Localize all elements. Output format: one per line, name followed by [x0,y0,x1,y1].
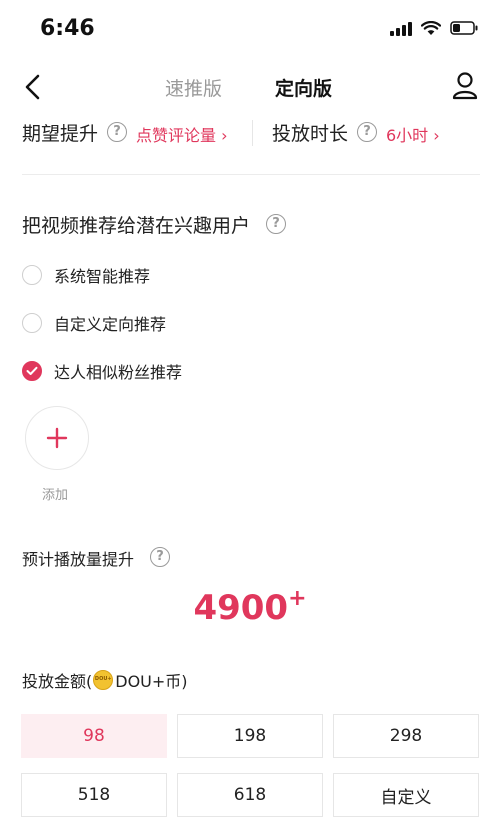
plus-icon [46,427,68,449]
nav-bar: 速推版 定向版 [0,62,500,112]
boost-goal-selector[interactable]: 点赞评论量 › [136,122,228,146]
radio-label: 自定义定向推荐 [54,315,167,334]
tab-targeted-boost[interactable]: 定向版 [275,74,332,101]
dou-coin-icon: DOU+ [93,670,114,690]
help-icon[interactable]: ? [107,122,127,142]
amount-option-custom[interactable]: 自定义 [333,773,479,817]
back-icon[interactable] [20,72,46,102]
radio-label: 系统智能推荐 [54,267,151,286]
wifi-icon [421,20,441,36]
signal-icon [390,20,412,36]
section-divider [22,174,480,175]
battery-icon [450,21,478,35]
radio-label: 达人相似粉丝推荐 [54,363,183,382]
forecast-number: 4900 [193,588,289,628]
audience-section-title: 把视频推荐给潜在兴趣用户 [22,215,251,237]
status-time: 6:46 [40,16,95,41]
add-label: 添加 [42,488,69,503]
forecast-value: 4900+ [0,586,500,628]
amount-title-suffix: DOU+币) [115,672,188,691]
amount-title: 投放金额( DOU+ DOU+币) [22,668,188,692]
duration-selector[interactable]: 6小时 › [386,122,440,146]
help-icon[interactable]: ? [266,214,286,234]
check-icon[interactable] [22,361,42,381]
radio-system-recommend[interactable]: 系统智能推荐 [22,262,150,288]
amount-option-518[interactable]: 518 [21,773,167,817]
tab-fast-boost[interactable]: 速推版 [165,74,222,101]
expectation-row: 期望提升 ? 点赞评论量 › 投放时长 ? 6小时 › [0,116,500,152]
forecast-plus: + [288,586,307,611]
profile-icon[interactable] [450,70,480,102]
boost-goal-label: 期望提升 [22,123,99,145]
status-bar: 6:46 [0,0,500,60]
radio-custom-target[interactable]: 自定义定向推荐 [22,310,166,336]
help-icon[interactable]: ? [150,547,170,567]
divider [252,120,253,146]
radio-similar-fans[interactable]: 达人相似粉丝推荐 [22,358,182,384]
amount-option-618[interactable]: 618 [177,773,323,817]
radio-circle[interactable] [22,265,42,285]
radio-circle[interactable] [22,313,42,333]
status-icons [390,20,478,36]
amount-option-198[interactable]: 198 [177,714,323,758]
amount-option-298[interactable]: 298 [333,714,479,758]
help-icon[interactable]: ? [357,122,377,142]
forecast-title: 预计播放量提升 [22,550,135,569]
dou-plus-page: 6:46 速推版 定向版 期望提升 ? 点赞评论量 › 投放时长 ? 6小时 ›… [0,0,500,840]
duration-label: 投放时长 [272,123,349,145]
amount-option-98[interactable]: 98 [21,714,167,758]
add-creator-button[interactable] [25,406,89,470]
amount-title-prefix: 投放金额( [22,672,93,691]
